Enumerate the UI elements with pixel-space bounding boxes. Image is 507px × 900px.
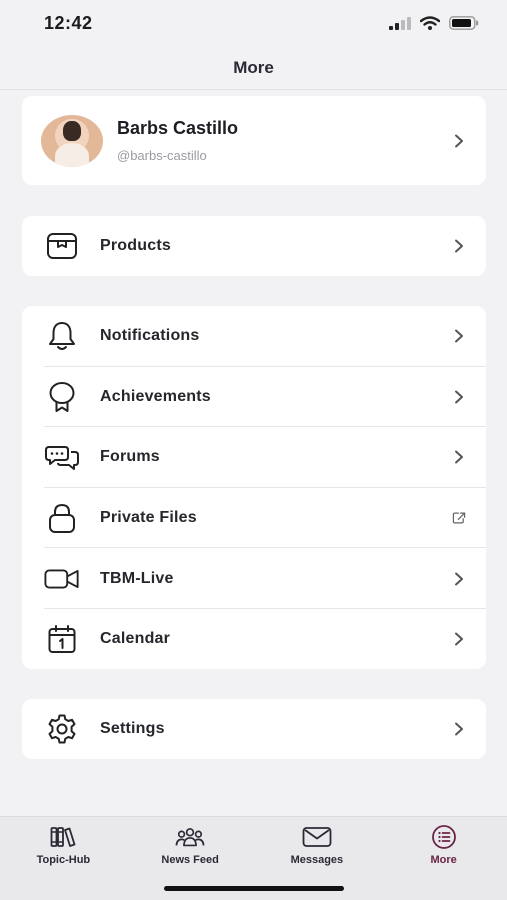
bell-icon <box>44 318 80 354</box>
envelope-icon <box>302 824 332 850</box>
menu-item-label: Private Files <box>100 509 197 527</box>
menu-item-calendar[interactable]: Calendar <box>22 609 486 670</box>
tab-topic-hub[interactable]: Topic-Hub <box>8 824 118 900</box>
tab-more[interactable]: More <box>389 824 499 900</box>
chevron-right-icon <box>452 329 466 343</box>
settings-card: Settings <box>22 699 486 759</box>
list-icon <box>429 824 459 850</box>
menu-item-private-files[interactable]: Private Files <box>22 488 486 549</box>
menu-item-notifications[interactable]: Notifications <box>22 306 486 367</box>
status-time: 12:42 <box>44 12 93 33</box>
profile-name: Barbs Castillo <box>117 118 239 138</box>
books-icon <box>48 824 78 850</box>
chevron-right-icon <box>452 572 466 586</box>
chevron-right-icon <box>452 390 466 404</box>
tab-label: More <box>430 854 457 866</box>
menu-item-forums[interactable]: Forums <box>22 427 486 488</box>
chevron-right-icon <box>452 134 466 148</box>
chevron-right-icon <box>452 239 466 253</box>
avatar <box>41 114 103 167</box>
chevron-right-icon <box>452 632 466 646</box>
home-indicator[interactable] <box>164 886 344 891</box>
tab-label: Messages <box>290 854 344 866</box>
signal-icon <box>389 17 411 30</box>
external-link-icon <box>452 511 466 525</box>
battery-icon <box>449 16 479 30</box>
menu-item-label: TBM-Live <box>100 569 174 587</box>
status-icons <box>389 16 479 30</box>
chat-bubbles-icon <box>44 439 80 475</box>
tab-label: Topic-Hub <box>36 854 91 866</box>
lock-icon <box>44 500 80 536</box>
profile-card[interactable]: Barbs Castillo @barbs-castillo <box>22 96 486 185</box>
products-card: Products <box>22 216 486 276</box>
menu-item-products[interactable]: Products <box>22 216 486 277</box>
people-icon <box>175 824 205 850</box>
menu-item-label: Settings <box>100 720 165 738</box>
menu-item-tbm-live[interactable]: TBM-Live <box>22 548 486 609</box>
video-camera-icon <box>44 561 80 597</box>
menu-item-label: Notifications <box>100 327 200 345</box>
chevron-right-icon <box>452 450 466 464</box>
menu-list-card: Notifications Achievements Forums Privat… <box>22 306 486 669</box>
page-title: More <box>233 57 274 77</box>
menu-item-label: Forums <box>100 448 160 466</box>
wifi-icon <box>420 16 440 30</box>
profile-handle: @barbs-castillo <box>117 148 207 163</box>
award-icon <box>44 379 80 415</box>
menu-item-label: Products <box>100 237 171 255</box>
gear-icon <box>44 711 80 747</box>
status-bar: 12:42 <box>0 0 507 46</box>
tab-label: News Feed <box>161 854 219 866</box>
chevron-right-icon <box>452 722 466 736</box>
menu-item-settings[interactable]: Settings <box>22 699 486 760</box>
menu-item-achievements[interactable]: Achievements <box>22 367 486 428</box>
box-icon <box>44 228 80 264</box>
nav-header: More <box>0 46 507 90</box>
calendar-icon <box>44 621 80 657</box>
menu-item-label: Achievements <box>100 387 211 405</box>
menu-item-label: Calendar <box>100 630 171 648</box>
profile-text: Barbs Castillo @barbs-castillo <box>117 118 452 163</box>
